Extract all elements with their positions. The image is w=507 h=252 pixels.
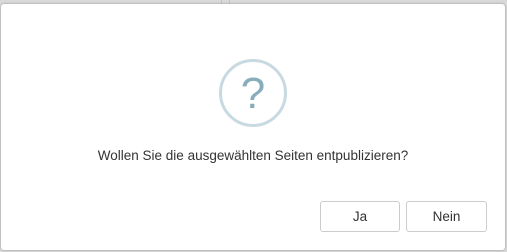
question-mark-icon: ? xyxy=(219,59,287,127)
confirm-dialog: ? Wollen Sie die ausgewählten Seiten ent… xyxy=(1,4,505,250)
yes-button[interactable]: Ja xyxy=(320,201,400,232)
question-mark-glyph: ? xyxy=(240,69,266,118)
dialog-message: Wollen Sie die ausgewählten Seiten entpu… xyxy=(97,148,409,163)
no-button[interactable]: Nein xyxy=(406,201,487,232)
